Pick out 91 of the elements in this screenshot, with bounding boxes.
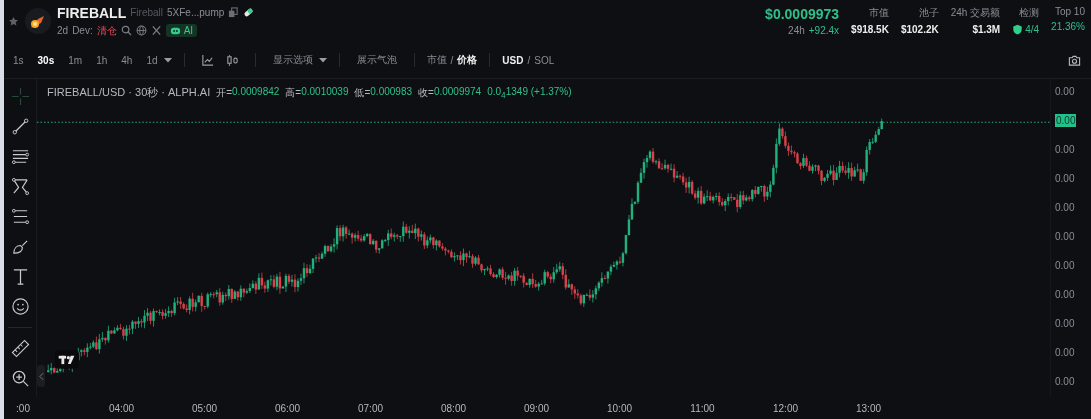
fib-lines-icon[interactable] xyxy=(10,207,30,226)
toggle-separator: / xyxy=(450,54,454,66)
axis-label: 0.00 xyxy=(1055,143,1075,156)
axis-label: 0.00 xyxy=(1055,346,1075,359)
dev-label: Dev: xyxy=(72,25,93,36)
stat-label: Top 10 xyxy=(1054,6,1085,17)
pattern-icon[interactable] xyxy=(10,177,30,196)
mode-option[interactable]: 市值 xyxy=(426,53,447,67)
axis-label: 0.00 xyxy=(1055,259,1075,272)
stat-value: $1.3M xyxy=(972,24,1001,35)
toggle-separator: / xyxy=(527,54,531,66)
interval-tab[interactable]: 1d xyxy=(141,52,163,68)
interval-tab[interactable]: 1h xyxy=(91,52,113,68)
robot-icon xyxy=(169,25,181,36)
interval-tab[interactable]: 30s xyxy=(32,52,60,68)
currency-option[interactable]: USD xyxy=(502,54,524,66)
axis-label: 11:00 xyxy=(689,402,716,414)
chevron-left-icon xyxy=(38,371,44,381)
token-address: 5XFe...pump xyxy=(167,7,225,18)
axis-label: 0.00 xyxy=(1055,201,1075,214)
token-name: Fireball xyxy=(130,7,163,18)
stat-label: 24h 交易额 xyxy=(950,6,1001,20)
search-icon[interactable] xyxy=(120,25,132,36)
ohlc-label: 收= xyxy=(418,85,434,100)
smiley-icon[interactable] xyxy=(10,297,30,316)
stat-value: $102.2K xyxy=(900,24,939,35)
axis-label: 06:00 xyxy=(274,402,301,414)
caret-icon[interactable] xyxy=(318,57,327,63)
token-age: 2d xyxy=(57,25,69,36)
chart-title: FIREBALL/USD · 30秒 · ALPH.AI xyxy=(47,85,211,100)
stat-label: 检测 xyxy=(1019,6,1040,20)
axis-label: 0.00 xyxy=(1055,375,1075,388)
collapse-handle[interactable] xyxy=(37,365,45,387)
axis-label: 09:00 xyxy=(523,402,550,414)
mode-option[interactable]: 价格 xyxy=(457,53,478,67)
stat-value: $918.5K xyxy=(851,24,889,35)
zoom-in-icon[interactable] xyxy=(10,369,30,388)
axis-label: 0.00 xyxy=(1055,172,1075,185)
axis-label: 08:00 xyxy=(440,402,467,414)
ohlc-label: 高= xyxy=(285,85,302,100)
current-price: $0.0009973 xyxy=(765,6,840,22)
interval-tab[interactable]: 1m xyxy=(63,52,88,68)
axis-label: 04:00 xyxy=(108,402,135,414)
chart-type-icon[interactable] xyxy=(200,53,214,67)
ohlc-value: 0.0009842 xyxy=(232,85,280,99)
axis-label: 0.00 xyxy=(1055,288,1075,301)
caret-icon[interactable] xyxy=(163,57,172,63)
ohlc-label: 开= xyxy=(216,85,233,100)
ruler-icon[interactable] xyxy=(10,339,30,358)
tradingview-logo xyxy=(55,350,79,369)
ohlc-value: 0.0010039 xyxy=(301,85,349,99)
token-symbol: FIREBALL xyxy=(57,4,127,21)
axis-label: 12:00 xyxy=(772,402,799,414)
display-options-dropdown[interactable]: 显示选项 xyxy=(267,51,318,69)
stat-label: 池子 xyxy=(918,6,939,20)
current-price-tag: 0.00 xyxy=(1055,114,1077,127)
pill-icon[interactable] xyxy=(243,7,255,18)
interval-tab[interactable]: 4h xyxy=(116,52,138,68)
copy-icon[interactable] xyxy=(228,7,240,18)
ohlc-value: 0.000983 xyxy=(370,85,413,99)
dev-status: 清仓 xyxy=(96,23,117,38)
trend-line-icon[interactable] xyxy=(10,117,30,136)
ai-badge[interactable]: AI xyxy=(165,24,198,37)
candles-icon[interactable] xyxy=(225,53,239,67)
axis-label: 0.00 xyxy=(1055,85,1075,98)
parallel-lines-icon[interactable] xyxy=(10,147,30,166)
change-label: 24h xyxy=(788,25,805,36)
interval-tab[interactable]: 1s xyxy=(8,52,29,68)
price-change: 0.0$_{4}$1349 (+1.37%) xyxy=(487,85,572,100)
axis-label: 10:00 xyxy=(606,402,633,414)
stat-value: 4/4 xyxy=(1025,24,1040,35)
axis-label: 07:00 xyxy=(357,402,384,414)
globe-icon[interactable] xyxy=(135,25,147,36)
star-icon[interactable] xyxy=(8,15,19,27)
axis-label: 0.00 xyxy=(1055,230,1075,243)
x-logo-icon[interactable] xyxy=(150,25,162,36)
ai-label: AI xyxy=(183,25,194,36)
stat-value: 21.36% xyxy=(1051,21,1085,32)
axis-label: 13:00 xyxy=(855,402,882,414)
camera-icon[interactable] xyxy=(1068,53,1081,67)
bubbles-button[interactable]: 展示气泡 xyxy=(351,51,402,69)
axis-label: 05:00 xyxy=(191,402,218,414)
axis-label: 0.00 xyxy=(1055,317,1075,330)
currency-option[interactable]: SOL xyxy=(534,54,555,66)
axis-label: :00 xyxy=(15,402,31,414)
shield-icon xyxy=(1012,24,1024,35)
ohlc-label: 低= xyxy=(354,85,371,100)
token-logo xyxy=(25,8,51,34)
stat-label: 市值 xyxy=(868,6,889,20)
ohlc-value: 0.0009974 xyxy=(433,85,482,99)
price-change: +92.4x xyxy=(808,25,840,36)
